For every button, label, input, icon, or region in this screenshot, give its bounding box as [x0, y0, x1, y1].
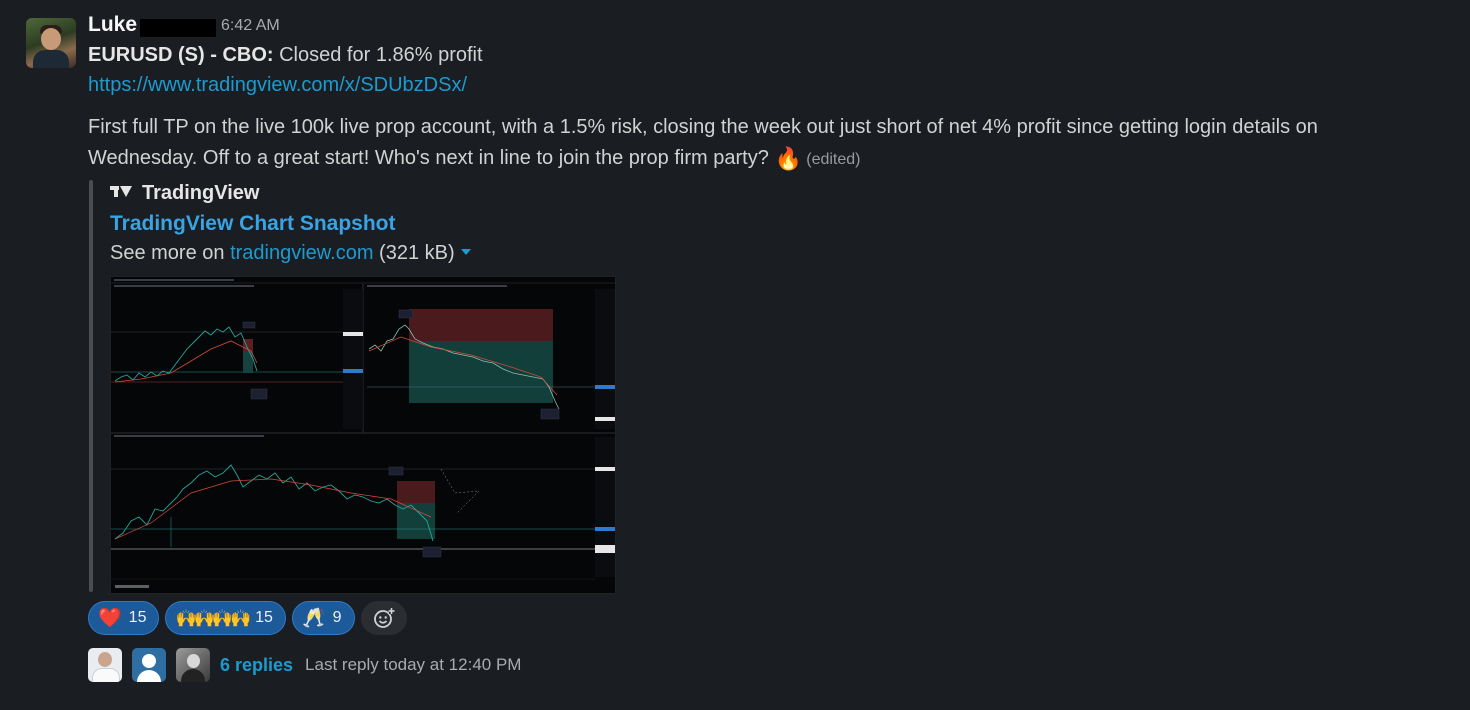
heart-emoji: ❤️	[98, 607, 122, 629]
chart-snapshot-image[interactable]	[110, 276, 616, 594]
unfurl-site[interactable]: TradingView	[110, 182, 259, 205]
unfurl-site-name: TradingView	[142, 182, 260, 204]
see-more-link[interactable]: tradingview.com	[230, 242, 373, 264]
unfurl-see-more: See more on tradingview.com (321 kB)	[110, 242, 471, 265]
reaction-count: 15	[255, 609, 273, 626]
reply-avatar	[132, 648, 166, 682]
replies-link[interactable]: 6 replies	[220, 655, 293, 676]
unfurl-quote-bar	[89, 180, 93, 592]
author-avatar[interactable]	[26, 18, 76, 68]
chart-snapshot-graphic	[111, 277, 615, 593]
last-reply-time: Last reply today at 12:40 PM	[305, 655, 522, 674]
redaction-bar	[140, 19, 216, 37]
reaction-clinking-glasses[interactable]: 🥂 9	[291, 601, 355, 635]
message-body-line-2: Wednesday. Off to a great start! Who's n…	[88, 146, 860, 172]
see-more-prefix: See more on	[110, 242, 225, 264]
fire-emoji: 🔥	[774, 146, 803, 171]
trade-result: Closed for 1.86% profit	[279, 44, 483, 66]
trade-summary: EURUSD (S) - CBO: Closed for 1.86% profi…	[88, 44, 483, 67]
reaction-count: 15	[128, 609, 147, 626]
clinking-glasses-emoji: 🥂	[301, 607, 326, 629]
reaction-heart[interactable]: ❤️ 15	[88, 601, 160, 635]
message-body-line-2-text: Wednesday. Off to a great start! Who's n…	[88, 147, 769, 169]
tradingview-logo-icon	[110, 184, 132, 198]
add-reaction-icon	[373, 607, 395, 628]
reaction-raised-hands[interactable]: 🙌🙌🙌🙌 15	[165, 601, 286, 635]
thread-summary[interactable]: 6 replies Last reply today at 12:40 PM	[88, 648, 521, 682]
tradingview-link[interactable]: https://www.tradingview.com/x/SDUbzDSx/	[88, 74, 467, 97]
unfurl-title-link[interactable]: TradingView Chart Snapshot	[110, 212, 396, 236]
collapse-caret-icon[interactable]	[460, 249, 471, 255]
message-body-line-1: First full TP on the live 100k live prop…	[88, 116, 1318, 138]
reaction-count: 9	[332, 609, 342, 626]
add-reaction-button[interactable]	[360, 601, 407, 635]
reactions-bar: ❤️ 15 🙌🙌🙌🙌 15 🥂 9	[88, 601, 407, 635]
edited-label: (edited)	[806, 151, 861, 168]
reply-avatar	[176, 648, 210, 682]
reply-avatar	[88, 648, 122, 682]
message-timestamp[interactable]: 6:42 AM	[221, 17, 280, 35]
file-size: (321 kB)	[379, 242, 455, 264]
trade-label: EURUSD (S) - CBO:	[88, 44, 274, 66]
raised-hands-emoji: 🙌🙌🙌🙌	[175, 608, 251, 628]
author-name[interactable]: Luke	[88, 13, 137, 37]
